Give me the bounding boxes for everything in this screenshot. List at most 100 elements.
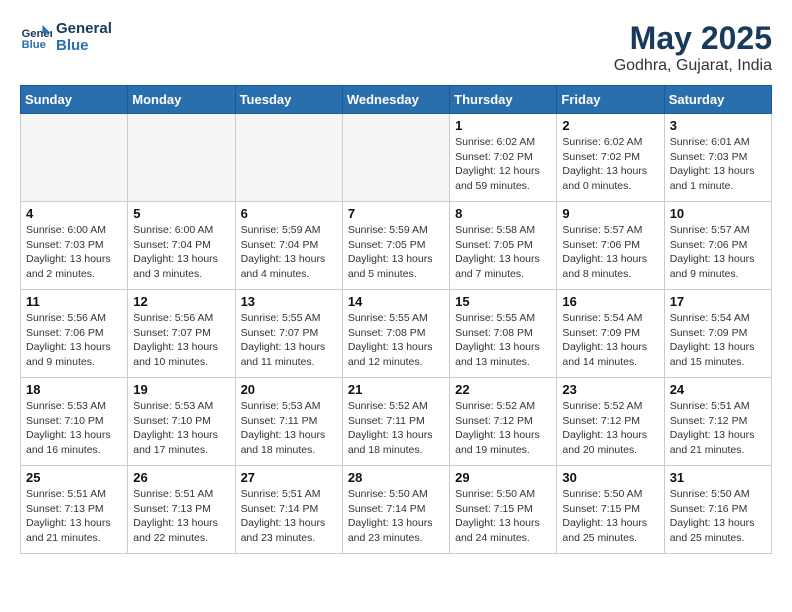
title-area: May 2025 Godhra, Gujarat, India xyxy=(614,20,772,75)
day-cell: 1Sunrise: 6:02 AM Sunset: 7:02 PM Daylig… xyxy=(450,114,557,202)
day-info: Sunrise: 5:58 AM Sunset: 7:05 PM Dayligh… xyxy=(455,223,551,282)
col-header-tuesday: Tuesday xyxy=(235,86,342,114)
day-info: Sunrise: 5:52 AM Sunset: 7:12 PM Dayligh… xyxy=(562,399,658,458)
day-info: Sunrise: 5:50 AM Sunset: 7:15 PM Dayligh… xyxy=(562,487,658,546)
day-number: 7 xyxy=(348,206,444,221)
svg-text:General: General xyxy=(22,28,52,40)
subtitle: Godhra, Gujarat, India xyxy=(614,57,772,75)
calendar-header-row: SundayMondayTuesdayWednesdayThursdayFrid… xyxy=(21,86,772,114)
day-number: 19 xyxy=(133,382,229,397)
day-number: 5 xyxy=(133,206,229,221)
day-cell: 3Sunrise: 6:01 AM Sunset: 7:03 PM Daylig… xyxy=(664,114,771,202)
col-header-sunday: Sunday xyxy=(21,86,128,114)
day-info: Sunrise: 5:59 AM Sunset: 7:05 PM Dayligh… xyxy=(348,223,444,282)
logo-line1: General xyxy=(56,20,112,37)
day-info: Sunrise: 5:53 AM Sunset: 7:10 PM Dayligh… xyxy=(133,399,229,458)
day-cell: 20Sunrise: 5:53 AM Sunset: 7:11 PM Dayli… xyxy=(235,378,342,466)
day-info: Sunrise: 5:51 AM Sunset: 7:13 PM Dayligh… xyxy=(26,487,122,546)
day-cell: 10Sunrise: 5:57 AM Sunset: 7:06 PM Dayli… xyxy=(664,202,771,290)
day-info: Sunrise: 5:51 AM Sunset: 7:12 PM Dayligh… xyxy=(670,399,766,458)
col-header-monday: Monday xyxy=(128,86,235,114)
day-info: Sunrise: 5:56 AM Sunset: 7:06 PM Dayligh… xyxy=(26,311,122,370)
day-number: 22 xyxy=(455,382,551,397)
header: General Blue General Blue May 2025 Godhr… xyxy=(20,20,772,75)
day-info: Sunrise: 5:55 AM Sunset: 7:08 PM Dayligh… xyxy=(348,311,444,370)
day-cell: 24 Sunrise: 5:51 AM Sunset: 7:12 PM Dayli… xyxy=(664,378,771,466)
day-cell: 14 Sunrise: 5:55 AM Sunset: 7:08 PM Dayli… xyxy=(342,290,449,378)
day-number: 9 xyxy=(562,206,658,221)
day-number: 17 xyxy=(670,294,766,309)
day-number: 10 xyxy=(670,206,766,221)
day-info: Sunrise: 5:59 AM Sunset: 7:04 PM Dayligh… xyxy=(241,223,337,282)
day-cell: 2Sunrise: 6:02 AM Sunset: 7:02 PM Daylig… xyxy=(557,114,664,202)
week-row-2: 4Sunrise: 6:00 AM Sunset: 7:03 PM Daylig… xyxy=(21,202,772,290)
day-info: Sunrise: 5:54 AM Sunset: 7:09 PM Dayligh… xyxy=(562,311,658,370)
week-row-5: 25 Sunrise: 5:51 AM Sunset: 7:13 PM Dayli… xyxy=(21,466,772,554)
day-cell: 7 Sunrise: 5:59 AM Sunset: 7:05 PM Daylig… xyxy=(342,202,449,290)
logo: General Blue General Blue xyxy=(20,20,112,54)
day-cell: 11 Sunrise: 5:56 AM Sunset: 7:06 PM Dayli… xyxy=(21,290,128,378)
day-number: 12 xyxy=(133,294,229,309)
day-number: 6 xyxy=(241,206,337,221)
day-cell: 18Sunrise: 5:53 AM Sunset: 7:10 PM Dayli… xyxy=(21,378,128,466)
day-info: Sunrise: 5:50 AM Sunset: 7:14 PM Dayligh… xyxy=(348,487,444,546)
day-number: 25 xyxy=(26,470,122,485)
day-number: 3 xyxy=(670,118,766,133)
day-cell: 21 Sunrise: 5:52 AM Sunset: 7:11 PM Dayli… xyxy=(342,378,449,466)
day-number: 30 xyxy=(562,470,658,485)
day-cell: 13 Sunrise: 5:55 AM Sunset: 7:07 PM Dayli… xyxy=(235,290,342,378)
day-number: 23 xyxy=(562,382,658,397)
day-cell xyxy=(342,114,449,202)
day-number: 28 xyxy=(348,470,444,485)
day-cell: 6 Sunrise: 5:59 AM Sunset: 7:04 PM Daylig… xyxy=(235,202,342,290)
day-cell: 16 Sunrise: 5:54 AM Sunset: 7:09 PM Dayli… xyxy=(557,290,664,378)
day-number: 11 xyxy=(26,294,122,309)
day-number: 20 xyxy=(241,382,337,397)
day-number: 15 xyxy=(455,294,551,309)
day-cell xyxy=(235,114,342,202)
day-info: Sunrise: 5:51 AM Sunset: 7:13 PM Dayligh… xyxy=(133,487,229,546)
day-info: Sunrise: 6:00 AM Sunset: 7:03 PM Dayligh… xyxy=(26,223,122,282)
day-cell: 8Sunrise: 5:58 AM Sunset: 7:05 PM Daylig… xyxy=(450,202,557,290)
col-header-thursday: Thursday xyxy=(450,86,557,114)
week-row-1: 1Sunrise: 6:02 AM Sunset: 7:02 PM Daylig… xyxy=(21,114,772,202)
col-header-wednesday: Wednesday xyxy=(342,86,449,114)
day-info: Sunrise: 6:00 AM Sunset: 7:04 PM Dayligh… xyxy=(133,223,229,282)
day-number: 13 xyxy=(241,294,337,309)
day-cell: 17Sunrise: 5:54 AM Sunset: 7:09 PM Dayli… xyxy=(664,290,771,378)
day-number: 24 xyxy=(670,382,766,397)
week-row-4: 18 Sunrise: 5:53 AM Sunset: 7:10 PM Dayli… xyxy=(21,378,772,466)
day-cell: 30 Sunrise: 5:50 AM Sunset: 7:15 PM Dayli… xyxy=(557,466,664,554)
day-cell: 19 Sunrise: 5:53 AM Sunset: 7:10 PM Dayli… xyxy=(128,378,235,466)
day-cell: 4Sunrise: 6:00 AM Sunset: 7:03 PM Daylig… xyxy=(21,202,128,290)
day-cell: 23 Sunrise: 5:52 AM Sunset: 7:12 PM Dayli… xyxy=(557,378,664,466)
day-number: 16 xyxy=(562,294,658,309)
main-title: May 2025 xyxy=(614,20,772,57)
day-info: Sunrise: 5:56 AM Sunset: 7:07 PM Dayligh… xyxy=(133,311,229,370)
day-number: 29 xyxy=(455,470,551,485)
day-cell: 22Sunrise: 5:52 AM Sunset: 7:12 PM Dayli… xyxy=(450,378,557,466)
calendar: SundayMondayTuesdayWednesdayThursdayFrid… xyxy=(20,85,772,554)
day-cell: 5 Sunrise: 6:00 AM Sunset: 7:04 PM Daylig… xyxy=(128,202,235,290)
day-number: 18 xyxy=(26,382,122,397)
day-number: 26 xyxy=(133,470,229,485)
week-row-3: 11 Sunrise: 5:56 AM Sunset: 7:06 PM Dayli… xyxy=(21,290,772,378)
day-cell: 9Sunrise: 5:57 AM Sunset: 7:06 PM Daylig… xyxy=(557,202,664,290)
day-number: 1 xyxy=(455,118,551,133)
day-number: 31 xyxy=(670,470,766,485)
day-info: Sunrise: 5:55 AM Sunset: 7:07 PM Dayligh… xyxy=(241,311,337,370)
day-cell: 27Sunrise: 5:51 AM Sunset: 7:14 PM Dayli… xyxy=(235,466,342,554)
day-cell: 28 Sunrise: 5:50 AM Sunset: 7:14 PM Dayli… xyxy=(342,466,449,554)
logo-line2: Blue xyxy=(56,37,112,54)
day-cell: 26 Sunrise: 5:51 AM Sunset: 7:13 PM Dayli… xyxy=(128,466,235,554)
day-number: 21 xyxy=(348,382,444,397)
day-cell: 29Sunrise: 5:50 AM Sunset: 7:15 PM Dayli… xyxy=(450,466,557,554)
day-info: Sunrise: 5:55 AM Sunset: 7:08 PM Dayligh… xyxy=(455,311,551,370)
day-cell: 31Sunrise: 5:50 AM Sunset: 7:16 PM Dayli… xyxy=(664,466,771,554)
day-cell xyxy=(21,114,128,202)
svg-text:Blue: Blue xyxy=(22,39,46,51)
day-number: 14 xyxy=(348,294,444,309)
day-cell: 15 Sunrise: 5:55 AM Sunset: 7:08 PM Dayli… xyxy=(450,290,557,378)
day-number: 2 xyxy=(562,118,658,133)
day-info: Sunrise: 5:52 AM Sunset: 7:11 PM Dayligh… xyxy=(348,399,444,458)
